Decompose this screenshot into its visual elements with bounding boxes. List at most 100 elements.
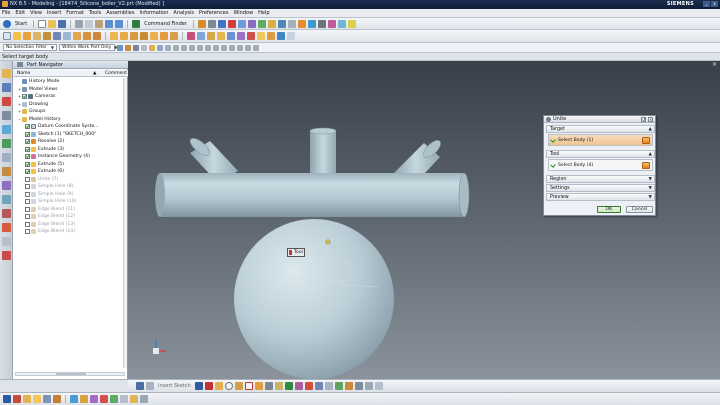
corner-icon[interactable]: [304, 382, 313, 390]
polygon-icon[interactable]: [254, 382, 263, 390]
replace-face-icon[interactable]: [277, 32, 285, 40]
wcs-orient-icon[interactable]: [33, 395, 41, 403]
color-icon[interactable]: [327, 19, 336, 28]
ok-button[interactable]: OK: [597, 206, 621, 213]
assembly-navigator-icon[interactable]: [2, 69, 11, 78]
tree-item-instance-geometry[interactable]: Instance Geometry (4): [25, 153, 90, 160]
trim-icon[interactable]: [284, 382, 293, 390]
visibility-checkbox[interactable]: [22, 94, 27, 99]
preview-group-header[interactable]: Preview ▼: [546, 193, 655, 201]
hd3d-tools-icon[interactable]: [2, 125, 11, 134]
tree-item-edge-blend-13[interactable]: Edge Blend (13): [25, 221, 75, 228]
wireframe-icon[interactable]: [277, 19, 286, 28]
redo-icon[interactable]: [115, 19, 124, 28]
tree-item-drawing[interactable]: + Drawing: [17, 101, 48, 108]
insert-sketch-icon[interactable]: [146, 382, 154, 390]
web-browser-icon[interactable]: [2, 139, 11, 148]
save-icon[interactable]: [58, 19, 67, 28]
copy-icon[interactable]: [85, 19, 94, 28]
pattern-icon[interactable]: [150, 32, 158, 40]
menu-tools[interactable]: Tools: [89, 10, 101, 16]
visibility-checkbox[interactable]: [25, 139, 30, 144]
auto-constrain-icon[interactable]: [334, 382, 343, 390]
tree-item-simple-hole-8[interactable]: Simple Hole (8): [25, 183, 73, 190]
body-select-icon[interactable]: [149, 44, 155, 51]
menu-help[interactable]: Help: [258, 10, 269, 16]
more-utility-icon[interactable]: [140, 395, 148, 403]
extrude-icon[interactable]: [13, 32, 21, 40]
measure-angle-icon[interactable]: [80, 395, 88, 403]
column-comment[interactable]: Comment: [105, 70, 127, 77]
menu-window[interactable]: Window: [233, 10, 253, 16]
tree-item-unite[interactable]: Unite (7): [25, 176, 58, 183]
section-icon[interactable]: [337, 19, 346, 28]
point-icon[interactable]: [264, 382, 273, 390]
graphics-window[interactable]: × Tool: [128, 61, 720, 379]
menu-insert[interactable]: Insert: [47, 10, 61, 16]
unite-icon[interactable]: [73, 32, 81, 40]
tree-item-model-history[interactable]: − Model History: [17, 116, 61, 123]
tree-item-edge-blend-14[interactable]: Edge Blend (14): [25, 228, 75, 235]
menu-analysis[interactable]: Analysis: [173, 10, 194, 16]
tree-item-groups[interactable]: + Groups: [17, 108, 45, 115]
visibility-checkbox[interactable]: [25, 229, 30, 234]
visibility-checkbox[interactable]: [25, 199, 30, 204]
tree-item-edge-blend-12[interactable]: Edge Blend (12): [25, 213, 75, 220]
undo-icon[interactable]: [105, 19, 114, 28]
intersect-icon[interactable]: [93, 32, 101, 40]
extend-icon[interactable]: [294, 382, 303, 390]
point-on-face-icon[interactable]: [229, 44, 235, 51]
check-geometry-icon[interactable]: [110, 395, 118, 403]
layer-settings-icon[interactable]: [130, 395, 138, 403]
tree-item-simple-hole-9[interactable]: Simple Hole (9): [25, 191, 73, 198]
visibility-checkbox[interactable]: [25, 154, 30, 159]
tree-item-edge-blend-11[interactable]: Edge Blend (11): [25, 206, 75, 213]
shaded-icon[interactable]: [267, 19, 276, 28]
menu-assemblies[interactable]: Assemblies: [106, 10, 134, 16]
process-studio-icon[interactable]: [2, 181, 11, 190]
visibility-checkbox[interactable]: [25, 206, 30, 212]
visibility-checkbox[interactable]: [25, 191, 30, 197]
scroll-thumb[interactable]: [56, 373, 86, 375]
command-finder-button[interactable]: Command Finder: [144, 21, 187, 27]
vertical-scrollbar[interactable]: [123, 78, 127, 368]
visibility-checkbox[interactable]: [25, 214, 30, 219]
snap-icon[interactable]: [207, 19, 216, 28]
open-icon[interactable]: [48, 19, 57, 28]
sphere-body[interactable]: [234, 219, 394, 379]
pin-icon[interactable]: [2, 251, 11, 260]
subtract-icon[interactable]: [83, 32, 91, 40]
highlight-icon[interactable]: [347, 19, 356, 28]
menu-preferences[interactable]: Preferences: [199, 10, 228, 16]
move-object-icon[interactable]: [53, 395, 61, 403]
tree-item-sketch[interactable]: Sketch (1) "SKETCH_000": [25, 131, 96, 138]
select-icon[interactable]: [197, 19, 206, 28]
select-body-icon[interactable]: [642, 162, 650, 169]
paste-icon[interactable]: [95, 19, 104, 28]
visibility-checkbox[interactable]: [25, 176, 30, 182]
orient-icon[interactable]: [217, 19, 226, 28]
analysis-icon[interactable]: [237, 32, 245, 40]
surface-icon[interactable]: [187, 32, 195, 40]
constraint-navigator-icon[interactable]: [2, 83, 11, 92]
roles-icon[interactable]: [2, 209, 11, 218]
measure-icon[interactable]: [227, 32, 235, 40]
menu-format[interactable]: Format: [66, 10, 84, 16]
tree-item-simple-hole-10[interactable]: Simple Hole (10): [25, 198, 76, 205]
datum-plane-icon[interactable]: [53, 32, 61, 40]
offset-icon[interactable]: [207, 32, 215, 40]
revolve-icon[interactable]: [23, 32, 31, 40]
view-icon[interactable]: [287, 19, 296, 28]
sew-icon[interactable]: [197, 32, 205, 40]
close-icon[interactable]: ×: [648, 117, 653, 122]
cancel-button[interactable]: Cancel: [626, 206, 653, 213]
trim-body-icon[interactable]: [170, 32, 178, 40]
sketch-icon[interactable]: [3, 32, 11, 40]
menu-view[interactable]: View: [30, 10, 42, 16]
alternate-solution-icon[interactable]: [364, 382, 373, 390]
more-sketch-icon[interactable]: [374, 382, 383, 390]
tree-item-cameras[interactable]: + Cameras: [17, 93, 55, 100]
command-finder-icon[interactable]: [132, 19, 141, 28]
part-navigator-icon[interactable]: [2, 97, 11, 106]
horizontal-scrollbar[interactable]: [15, 372, 125, 376]
